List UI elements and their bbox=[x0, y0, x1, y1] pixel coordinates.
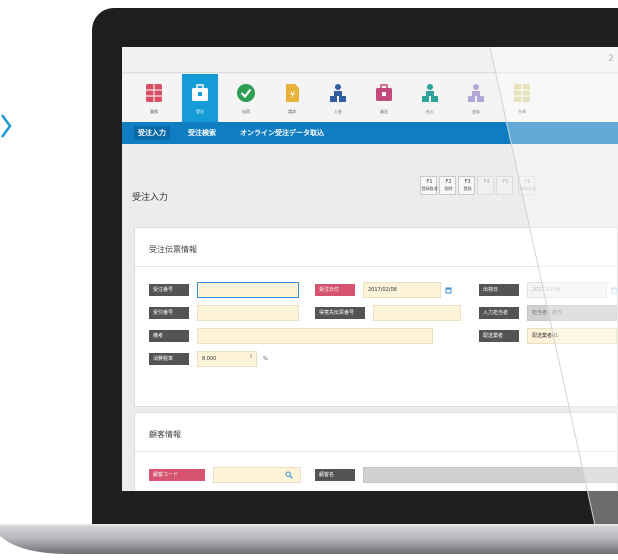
f3-register-button[interactable]: F3 登録 bbox=[458, 176, 475, 195]
f4-button[interactable]: F4 bbox=[477, 176, 494, 195]
tax-rate-label: 消費税率 bbox=[149, 353, 189, 365]
divider bbox=[135, 451, 618, 452]
grid-icon bbox=[514, 84, 530, 102]
fkey-text: 登録 bbox=[463, 186, 472, 191]
module-seikyu[interactable]: ¥ 請求 bbox=[274, 74, 310, 122]
fkey-label: F3 bbox=[464, 179, 471, 185]
module-shiire[interactable]: 仕入 bbox=[412, 74, 448, 122]
f1-cancel-button[interactable]: F1 登録取消 bbox=[420, 176, 438, 195]
module-shiharai[interactable]: 支払 bbox=[458, 74, 494, 122]
tax-rate-stepper[interactable]: ⇕ bbox=[249, 354, 253, 360]
section-title: 顧客情報 bbox=[149, 430, 181, 439]
briefcase-icon bbox=[376, 84, 392, 101]
subnav-order-search[interactable]: 受注検索 bbox=[188, 128, 216, 138]
module-label: 入金 bbox=[334, 109, 342, 114]
search-icon[interactable] bbox=[285, 471, 293, 479]
people-icon bbox=[468, 84, 484, 102]
module-toolbar: 業務 受注 出荷 ¥ 請求 入金 発注 仕入 支払 在庫 bbox=[122, 74, 618, 122]
subnav-order-entry[interactable]: 受注入力 bbox=[134, 126, 170, 140]
document-icon: ¥ bbox=[286, 84, 299, 102]
check-icon bbox=[237, 84, 255, 102]
slip-no-input[interactable] bbox=[197, 305, 299, 321]
fkey-label: F1 bbox=[426, 179, 433, 185]
chevron-right-icon bbox=[0, 114, 12, 138]
delivery-select[interactable]: 配送業者01 bbox=[527, 328, 617, 344]
divider bbox=[135, 266, 618, 267]
order-no-label: 受注番号 bbox=[149, 284, 189, 296]
page-header: 受注入力 F1 登録取消 F2 削除 F3 登録 F4 F5 F6 明細追加 bbox=[122, 144, 618, 224]
module-label: 受注 bbox=[196, 109, 204, 114]
module-nyukin[interactable]: 入金 bbox=[320, 74, 356, 122]
grid-icon bbox=[146, 84, 162, 102]
module-shukka[interactable]: 出荷 bbox=[228, 74, 264, 122]
tax-unit: % bbox=[263, 356, 268, 362]
fkey-label: F4 bbox=[483, 179, 490, 185]
ship-date-label: 出荷日 bbox=[479, 284, 519, 296]
module-label: 仕入 bbox=[426, 109, 434, 114]
fkey-label: F6 bbox=[524, 179, 531, 185]
fkey-label: F5 bbox=[502, 179, 509, 185]
sub-navigation: 受注入力 受注検索 オンライン受注データ取込 bbox=[122, 122, 618, 144]
order-date-label: 受注日付 bbox=[315, 284, 355, 296]
subnav-online-import[interactable]: オンライン受注データ取込 bbox=[240, 128, 324, 138]
customer-code-label: 顧客コード bbox=[149, 469, 205, 481]
module-label: 出荷 bbox=[242, 109, 250, 114]
order-info-panel: 受注伝票情報 受注番号 受注日付 2017/02/08 出荷日 2017/02/… bbox=[134, 227, 618, 407]
module-gyomu[interactable]: 業務 bbox=[136, 74, 172, 122]
people-icon bbox=[330, 84, 346, 102]
fkey-label: F2 bbox=[445, 179, 452, 185]
tax-rate-input[interactable]: 8.000 bbox=[197, 351, 257, 367]
laptop-base bbox=[0, 524, 618, 554]
page-title: 受注入力 bbox=[132, 193, 169, 203]
title-bar: 2 bbox=[122, 47, 618, 73]
customer-info-panel: 顧客情報 顧客コード 顧客名 bbox=[134, 412, 618, 491]
delivery-label: 配送業者 bbox=[479, 330, 519, 342]
user-menu[interactable]: 2 bbox=[608, 54, 614, 64]
module-juchu[interactable]: 受注 bbox=[182, 74, 218, 122]
calendar-icon[interactable] bbox=[445, 286, 452, 294]
module-label: 業務 bbox=[150, 109, 158, 114]
module-hatchu[interactable]: 発注 bbox=[366, 74, 402, 122]
customer-name-label: 顧客名 bbox=[315, 469, 355, 481]
order-no-input[interactable] bbox=[197, 282, 299, 298]
staff-label: 入力担当者 bbox=[479, 307, 519, 319]
slip-no-label: 受付番号 bbox=[149, 307, 189, 319]
calendar-icon[interactable] bbox=[611, 286, 618, 294]
svg-text:¥: ¥ bbox=[290, 90, 295, 99]
order-date-input[interactable]: 2017/02/08 bbox=[363, 282, 441, 298]
briefcase-icon bbox=[192, 84, 208, 101]
section-title: 受注伝票情報 bbox=[149, 245, 197, 254]
customer-slip-label: 得意先伝票番号 bbox=[315, 307, 365, 319]
module-label: 請求 bbox=[288, 109, 296, 114]
module-zaiko[interactable]: 在庫 bbox=[504, 74, 540, 122]
note-input[interactable] bbox=[197, 328, 433, 344]
staff-select[interactable]: 担当者 / 担当 bbox=[527, 305, 617, 321]
module-label: 在庫 bbox=[518, 109, 526, 114]
app-screen: 2 業務 受注 出荷 ¥ 請求 入金 発注 仕入 支払 在庫 受注入力 受注検索… bbox=[122, 47, 618, 491]
f6-add-line-button[interactable]: F6 明細追加 bbox=[518, 176, 536, 195]
f5-button[interactable]: F5 bbox=[496, 176, 513, 195]
module-label: 発注 bbox=[380, 109, 388, 114]
laptop-stage: 2 業務 受注 出荷 ¥ 請求 入金 発注 仕入 支払 在庫 受注入力 受注検索… bbox=[0, 0, 618, 560]
module-label: 支払 bbox=[472, 109, 480, 114]
ship-date-input[interactable]: 2017/02/08 bbox=[527, 282, 607, 298]
people-icon bbox=[422, 84, 438, 102]
note-label: 備考 bbox=[149, 330, 189, 342]
f2-delete-button[interactable]: F2 削除 bbox=[439, 176, 456, 195]
fkey-text: 登録取消 bbox=[421, 186, 438, 191]
fkey-text: 削除 bbox=[444, 186, 453, 191]
fkey-text: 明細追加 bbox=[519, 186, 536, 191]
customer-name-input bbox=[363, 467, 618, 483]
customer-slip-input[interactable] bbox=[373, 305, 461, 321]
